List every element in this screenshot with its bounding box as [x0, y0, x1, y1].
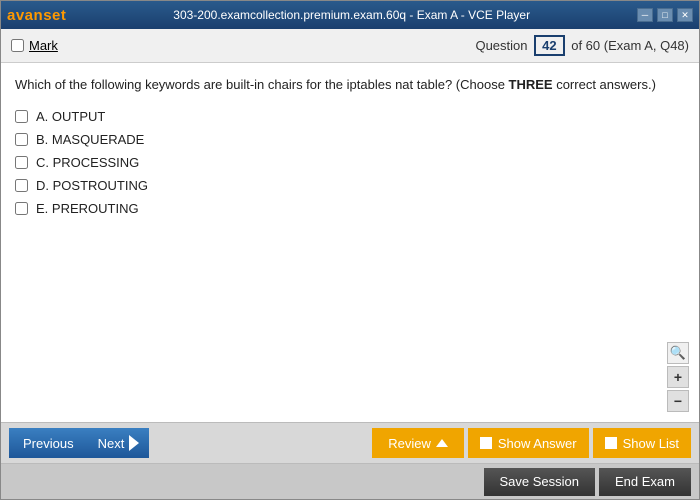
next-label: Next [98, 436, 125, 451]
answer-option-a: A. OUTPUT [15, 109, 685, 124]
window-title: 303-200.examcollection.premium.exam.60q … [173, 8, 530, 22]
mark-checkbox-input[interactable] [11, 39, 24, 52]
show-answer-icon [480, 437, 492, 449]
title-bar: avanset 303-200.examcollection.premium.e… [1, 1, 699, 29]
option-e-label: E. PREROUTING [36, 201, 139, 216]
option-d-label: D. POSTROUTING [36, 178, 148, 193]
bottom-bar: Previous Next Review Show Answer Show Li… [1, 422, 699, 499]
end-exam-button[interactable]: End Exam [599, 468, 691, 496]
main-window: avanset 303-200.examcollection.premium.e… [0, 0, 700, 500]
answer-option-d: D. POSTROUTING [15, 178, 685, 193]
review-label: Review [388, 436, 431, 451]
content-area: Which of the following keywords are buil… [1, 63, 699, 422]
question-bold-text: THREE [509, 77, 553, 92]
zoom-search-icon[interactable]: 🔍 [667, 342, 689, 364]
show-answer-button[interactable]: Show Answer [468, 428, 589, 458]
show-list-button[interactable]: Show List [593, 428, 691, 458]
question-text-prefix: Which of the following keywords are buil… [15, 77, 509, 92]
checkbox-d[interactable] [15, 179, 28, 192]
save-session-button[interactable]: Save Session [484, 468, 596, 496]
answer-option-b: B. MASQUERADE [15, 132, 685, 147]
minimize-button[interactable]: ─ [637, 8, 653, 22]
review-up-icon [436, 439, 448, 447]
question-text: Which of the following keywords are buil… [15, 75, 685, 95]
next-arrow-icon [129, 435, 139, 451]
zoom-controls: 🔍 + − [667, 342, 689, 412]
question-number-badge: 42 [534, 35, 564, 56]
zoom-in-button[interactable]: + [667, 366, 689, 388]
logo-text: avan [7, 7, 43, 24]
checkbox-a[interactable] [15, 110, 28, 123]
mark-label: Mark [29, 38, 58, 53]
window-controls: ─ □ ✕ [637, 8, 693, 22]
review-button[interactable]: Review [372, 428, 464, 458]
logo-accent: set [43, 7, 66, 24]
show-list-label: Show List [623, 436, 679, 451]
show-list-icon [605, 437, 617, 449]
action-row: Save Session End Exam [1, 463, 699, 499]
mark-checkbox-label[interactable]: Mark [11, 38, 58, 53]
zoom-out-button[interactable]: − [667, 390, 689, 412]
toolbar: Mark Question 42 of 60 (Exam A, Q48) [1, 29, 699, 63]
checkbox-b[interactable] [15, 133, 28, 146]
question-label: Question [475, 38, 527, 53]
app-logo: avanset [7, 7, 66, 24]
option-c-label: C. PROCESSING [36, 155, 139, 170]
answer-option-e: E. PREROUTING [15, 201, 685, 216]
next-button[interactable]: Next [88, 428, 150, 458]
question-text-suffix: correct answers.) [553, 77, 656, 92]
checkbox-e[interactable] [15, 202, 28, 215]
option-b-label: B. MASQUERADE [36, 132, 144, 147]
show-answer-label: Show Answer [498, 436, 577, 451]
checkbox-c[interactable] [15, 156, 28, 169]
nav-row: Previous Next Review Show Answer Show Li… [1, 423, 699, 463]
close-button[interactable]: ✕ [677, 8, 693, 22]
option-a-label: A. OUTPUT [36, 109, 105, 124]
question-total: of 60 (Exam A, Q48) [571, 38, 689, 53]
answer-option-c: C. PROCESSING [15, 155, 685, 170]
question-info: Question 42 of 60 (Exam A, Q48) [475, 35, 689, 56]
maximize-button[interactable]: □ [657, 8, 673, 22]
previous-button[interactable]: Previous [9, 428, 88, 458]
